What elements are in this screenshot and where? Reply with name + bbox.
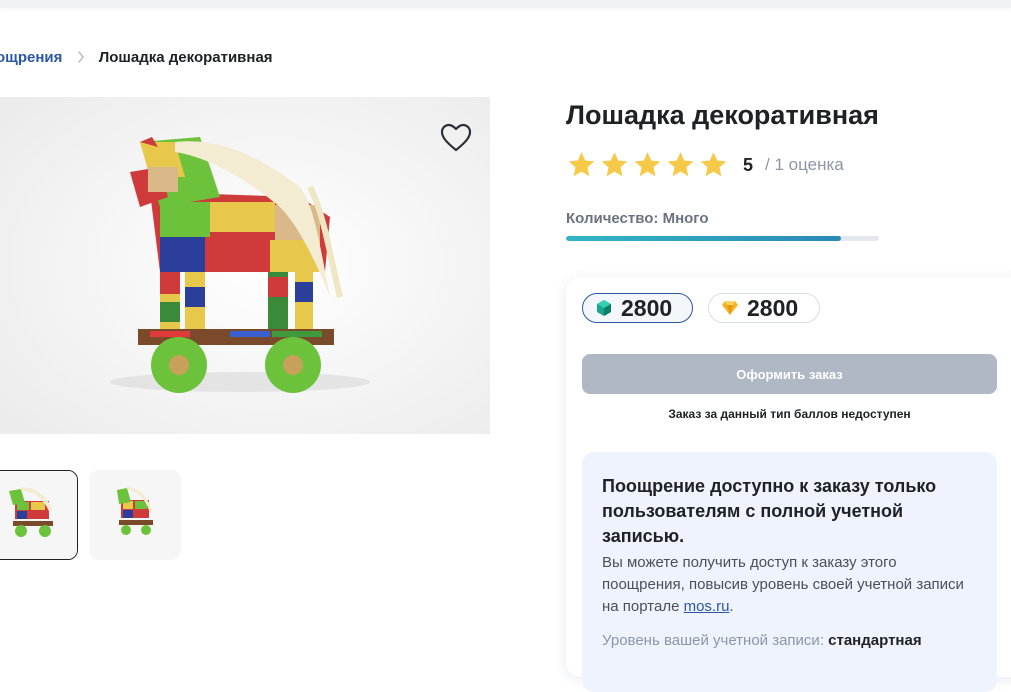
rating-value: 5 — [743, 154, 754, 175]
order-button[interactable]: Оформить заказ — [582, 354, 997, 394]
breadcrumb-current: Лошадка декоративная — [98, 49, 273, 66]
account-level-value: стандартная — [828, 632, 922, 649]
favorite-button[interactable] — [438, 120, 474, 156]
star-icon — [667, 152, 694, 177]
account-level: Уровень вашей учетной записи: стандартна… — [602, 632, 922, 649]
price-option-secondary[interactable]: 2800 — [708, 293, 820, 323]
diamond-icon — [722, 301, 738, 315]
price-secondary-value: 2800 — [747, 294, 799, 321]
thumbnail-1[interactable] — [0, 470, 78, 560]
horse-toy-thumbnail — [89, 470, 181, 560]
rating-count[interactable]: / 1 оценка — [765, 155, 844, 175]
product-main-image[interactable] — [0, 97, 490, 434]
info-text-end: . — [729, 598, 734, 615]
price-option-primary[interactable]: 2800 — [582, 293, 693, 323]
access-info-box: Поощрение доступно к заказу только польз… — [582, 452, 997, 692]
info-text-body: Вы можете получить доступ к заказу этого… — [602, 554, 964, 615]
breadcrumb: ощрения Лошадка декоративная — [0, 49, 273, 66]
rating-stars — [566, 150, 729, 180]
product-title: Лошадка декоративная — [566, 100, 879, 130]
chevron-right-icon — [77, 51, 84, 63]
horse-toy-thumbnail — [0, 471, 77, 559]
quantity-progress-fill — [566, 236, 842, 241]
star-icon — [700, 152, 727, 177]
star-icon — [601, 152, 628, 177]
order-unavailable-note: Заказ за данный тип баллов недоступен — [668, 407, 911, 421]
product-rating: 5 / 1 оценка — [566, 150, 844, 180]
quantity-label: Количество: Много — [566, 210, 709, 227]
quantity-progress-bar — [566, 236, 879, 241]
info-text: Вы можете получить доступ к заказу этого… — [602, 552, 977, 618]
order-card: 2800 2800 Оформить заказ Заказ за данный… — [566, 277, 1011, 692]
info-title: Поощрение доступно к заказу только польз… — [602, 476, 937, 546]
heart-icon — [440, 123, 472, 152]
horse-toy-image — [0, 97, 490, 434]
account-level-label: Уровень вашей учетной записи: — [602, 632, 824, 649]
gem-icon — [597, 300, 611, 316]
thumbnail-2[interactable] — [89, 470, 181, 560]
top-bar — [0, 0, 1011, 8]
breadcrumb-link-rewards[interactable]: ощрения — [0, 49, 62, 66]
star-icon — [568, 152, 595, 177]
price-primary-value: 2800 — [621, 294, 673, 321]
mos-ru-link[interactable]: mos.ru — [684, 598, 730, 615]
star-icon — [634, 152, 661, 177]
